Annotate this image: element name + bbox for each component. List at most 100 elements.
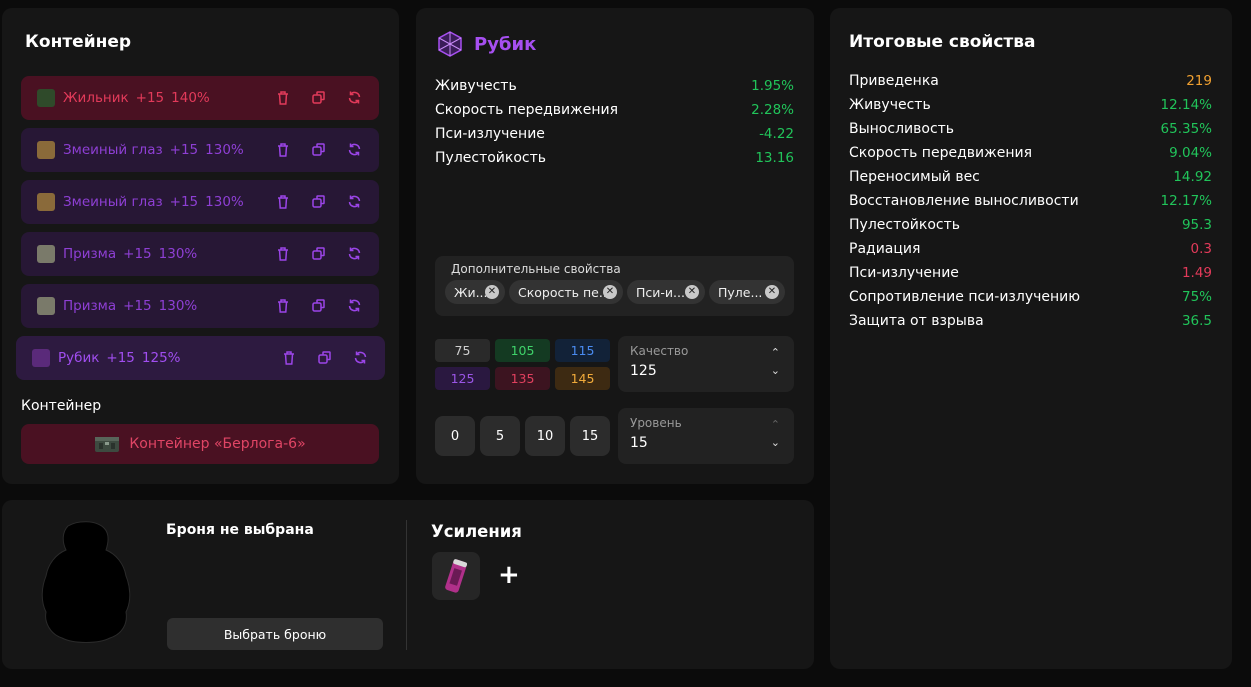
summary-stat-row: Сопротивление пси-излучению 75%	[849, 289, 1212, 305]
summary-stat-row: Восстановление выносливости 12.17%	[849, 193, 1212, 209]
summary-stat-value: 14.92	[1173, 169, 1212, 185]
stat-label: Пулестойкость	[435, 150, 547, 166]
extra-property-chip[interactable]: Скорость пе... ✕	[509, 280, 623, 304]
container-select-button[interactable]: Контейнер «Берлога-6»	[21, 424, 379, 464]
refresh-icon[interactable]	[346, 89, 363, 106]
chevron-up-icon[interactable]: ⌃	[771, 346, 780, 359]
copy-icon[interactable]	[310, 297, 327, 314]
chevron-up-icon[interactable]: ⌃	[771, 418, 780, 431]
boost-slot[interactable]	[432, 552, 480, 600]
divider	[406, 520, 407, 650]
armor-status: Броня не выбрана	[166, 522, 314, 538]
copy-icon[interactable]	[310, 193, 327, 210]
artifact-quality: 140%	[171, 90, 210, 106]
artifact-row[interactable]: Змеиный глаз +15 130%	[21, 180, 379, 224]
refresh-icon[interactable]	[346, 193, 363, 210]
quality-option[interactable]: 105	[495, 339, 550, 362]
container-label: Контейнер	[21, 398, 102, 414]
copy-icon[interactable]	[310, 141, 327, 158]
artifact-level: +15	[123, 298, 152, 314]
stat-label: Скорость передвижения	[435, 102, 618, 118]
summary-stat-row: Выносливость 65.35%	[849, 121, 1212, 137]
summary-stat-row: Приведенка 219	[849, 73, 1212, 89]
trash-icon[interactable]	[274, 141, 291, 158]
remove-chip-icon[interactable]: ✕	[603, 285, 617, 299]
artifact-stat-row: Скорость передвижения 2.28%	[435, 102, 794, 118]
extra-property-chip[interactable]: Жи... ✕	[445, 280, 505, 304]
remove-chip-icon[interactable]: ✕	[685, 285, 699, 299]
summary-stat-row: Пси-излучение 1.49	[849, 265, 1212, 281]
artifact-row-text: Призма +15 130%	[63, 246, 204, 262]
remove-chip-icon[interactable]: ✕	[485, 285, 499, 299]
summary-stat-value: 65.35%	[1160, 121, 1212, 137]
summary-stat-value: 12.17%	[1160, 193, 1212, 209]
add-boost-button[interactable]: +	[498, 562, 520, 588]
refresh-icon[interactable]	[346, 297, 363, 314]
chevron-down-icon[interactable]: ⌄	[771, 436, 780, 449]
artifact-row[interactable]: Призма +15 130%	[21, 232, 379, 276]
chip-label: Пси-и...	[636, 284, 685, 300]
quality-option[interactable]: 75	[435, 339, 490, 362]
trash-icon[interactable]	[274, 89, 291, 106]
level-option[interactable]: 5	[480, 416, 520, 456]
trash-icon[interactable]	[274, 297, 291, 314]
select-armor-button[interactable]: Выбрать броню	[167, 618, 383, 650]
stat-label: Живучесть	[435, 78, 517, 94]
energy-drink-icon	[445, 559, 467, 593]
artifact-quality: 130%	[205, 194, 244, 210]
container-panel: Контейнер Жильник +15 140% Змеиный глаз +15 1…	[2, 8, 399, 484]
artifact-row-actions	[280, 349, 369, 366]
level-select-label: Уровень	[630, 416, 682, 430]
copy-icon[interactable]	[310, 245, 327, 262]
summary-stat-row: Живучесть 12.14%	[849, 97, 1212, 113]
artifact-panel: Рубик Живучесть 1.95% Скорость передвижени…	[416, 8, 814, 484]
extra-property-chip[interactable]: Пуле... ✕	[709, 280, 785, 304]
level-option[interactable]: 0	[435, 416, 475, 456]
summary-title: Итоговые свойства	[849, 32, 1036, 52]
copy-icon[interactable]	[316, 349, 333, 366]
artifact-row[interactable]: Призма +15 130%	[21, 284, 379, 328]
artifact-row-actions	[274, 297, 363, 314]
extra-property-chip[interactable]: Пси-и... ✕	[627, 280, 705, 304]
summary-stat-label: Пулестойкость	[849, 217, 961, 233]
remove-chip-icon[interactable]: ✕	[765, 285, 779, 299]
level-option[interactable]: 15	[570, 416, 610, 456]
summary-stat-value: 36.5	[1181, 313, 1212, 329]
quality-option[interactable]: 145	[555, 367, 610, 390]
quality-select[interactable]: Качество 125 ⌃ ⌄	[618, 336, 794, 392]
stat-value: 1.95%	[751, 78, 794, 94]
refresh-icon[interactable]	[346, 141, 363, 158]
artifact-quality: 125%	[141, 350, 181, 366]
quality-option[interactable]: 135	[495, 367, 550, 390]
artifact-quality: 130%	[205, 142, 244, 158]
artifact-level: +15	[123, 246, 152, 262]
armor-panel: Броня не выбрана Выбрать броню Усиления …	[2, 500, 814, 669]
copy-icon[interactable]	[310, 89, 327, 106]
artifact-name: Змеиный глаз	[63, 194, 163, 210]
artifact-row[interactable]: Жильник +15 140%	[21, 76, 379, 120]
artifact-row-actions	[274, 141, 363, 158]
artifact-row[interactable]: Змеиный глаз +15 130%	[21, 128, 379, 172]
trash-icon[interactable]	[274, 245, 291, 262]
chip-label: Жи...	[454, 284, 488, 300]
summary-stat-row: Защита от взрыва 36.5	[849, 313, 1212, 329]
level-option[interactable]: 10	[525, 416, 565, 456]
chevron-down-icon[interactable]: ⌄	[771, 364, 780, 377]
quality-option[interactable]: 115	[555, 339, 610, 362]
summary-stat-row: Пулестойкость 95.3	[849, 217, 1212, 233]
level-select[interactable]: Уровень 15 ⌃ ⌄	[618, 408, 794, 464]
artifact-icon	[37, 245, 55, 263]
summary-stat-label: Восстановление выносливости	[849, 193, 1079, 209]
summary-stat-label: Радиация	[849, 241, 921, 257]
artifact-row[interactable]: Рубик +15 125%	[16, 336, 385, 380]
artifact-row-text: Змеиный глаз +15 130%	[63, 142, 251, 158]
trash-icon[interactable]	[274, 193, 291, 210]
artifact-row-actions	[274, 89, 363, 106]
refresh-icon[interactable]	[346, 245, 363, 262]
refresh-icon[interactable]	[352, 349, 369, 366]
artifact-row-text: Змеиный глаз +15 130%	[63, 194, 251, 210]
summary-stat-value: 219	[1186, 73, 1212, 89]
quality-option[interactable]: 125	[435, 367, 490, 390]
trash-icon[interactable]	[280, 349, 297, 366]
artifact-level: +15	[169, 194, 199, 210]
